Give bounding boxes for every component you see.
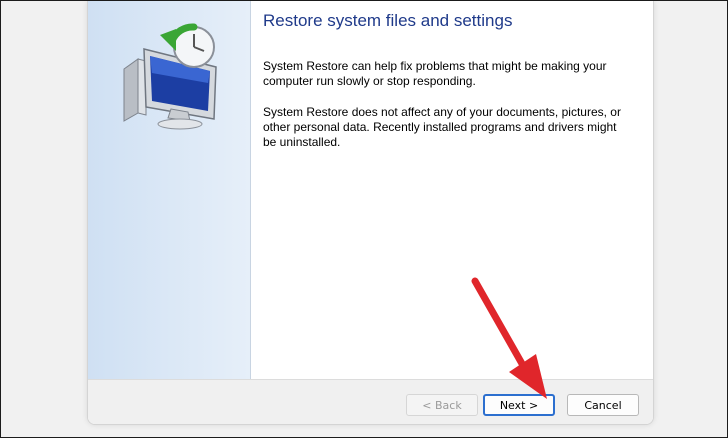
description-paragraph-2: System Restore does not affect any of yo… [263, 105, 621, 149]
cancel-button[interactable]: Cancel [567, 394, 639, 416]
system-restore-icon [123, 23, 217, 130]
system-restore-dialog: Restore system files and settings System… [87, 1, 654, 425]
description-paragraph-1: System Restore can help fix problems tha… [263, 59, 607, 88]
dialog-title: Restore system files and settings [263, 11, 513, 30]
content-area: Restore system files and settings System… [263, 1, 653, 379]
button-bar: < Back Next > Cancel [88, 379, 653, 424]
next-button[interactable]: Next > [483, 394, 555, 416]
side-panel [88, 1, 251, 379]
back-button[interactable]: < Back [406, 394, 478, 416]
screenshot-frame: Restore system files and settings System… [0, 0, 728, 438]
